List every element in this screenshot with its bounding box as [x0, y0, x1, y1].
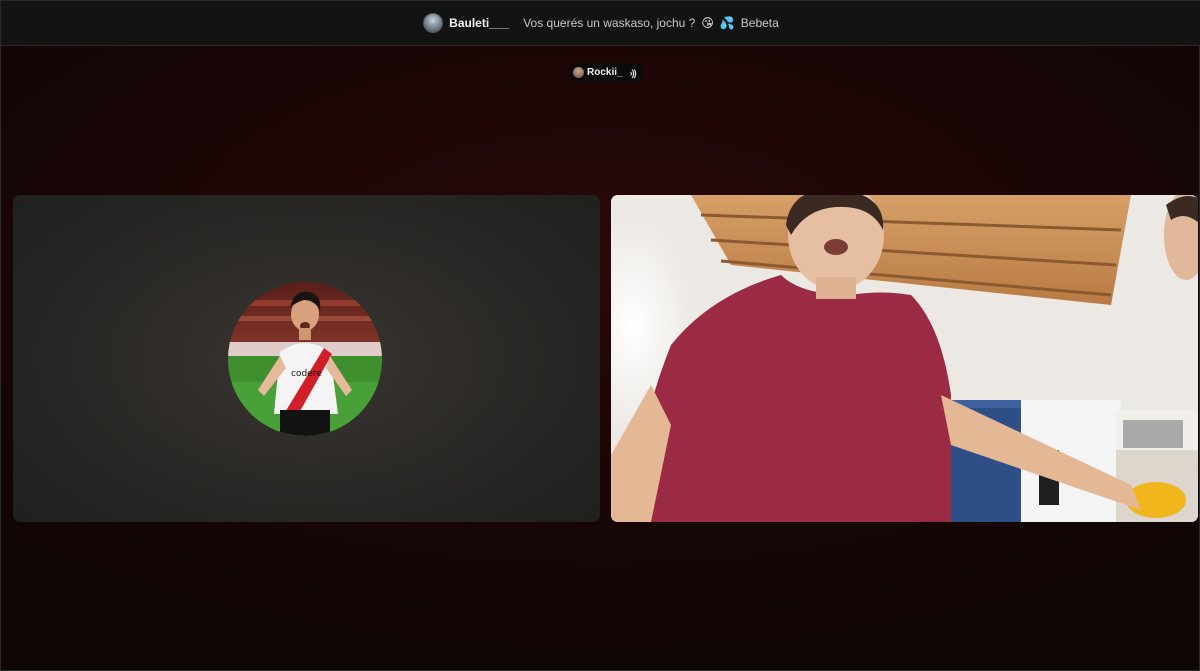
speaking-icon: ›)): [629, 67, 637, 78]
camera-video-feed: [611, 195, 1198, 522]
sweat-drops-emoji-icon: 💦: [719, 16, 735, 30]
speaker-name: Rockii_: [587, 67, 623, 78]
user-avatar[interactable]: [423, 13, 444, 33]
status-suffix: Bebeta: [740, 16, 779, 30]
kiss-emoji-icon: 😘: [701, 16, 714, 30]
user-status[interactable]: Bauleti___ Vos querés un waskaso, jochu …: [423, 13, 779, 33]
speaker-avatar: [573, 67, 584, 78]
username[interactable]: Bauleti___: [449, 16, 509, 30]
call-window: Bauleti___ Vos querés un waskaso, jochu …: [0, 0, 1200, 671]
active-speaker-pill[interactable]: Rockii_ ›)): [569, 63, 644, 82]
participant-avatar: codere: [228, 282, 382, 436]
custom-status-text: Vos querés un waskaso, jochu ?: [523, 16, 696, 30]
participant-tile-avatar[interactable]: codere: [13, 195, 600, 522]
football-player-avatar-image: codere: [228, 282, 382, 436]
top-bar: Bauleti___ Vos querés un waskaso, jochu …: [1, 1, 1200, 46]
svg-text:codere: codere: [291, 369, 322, 379]
participant-tile-video[interactable]: [611, 195, 1198, 522]
